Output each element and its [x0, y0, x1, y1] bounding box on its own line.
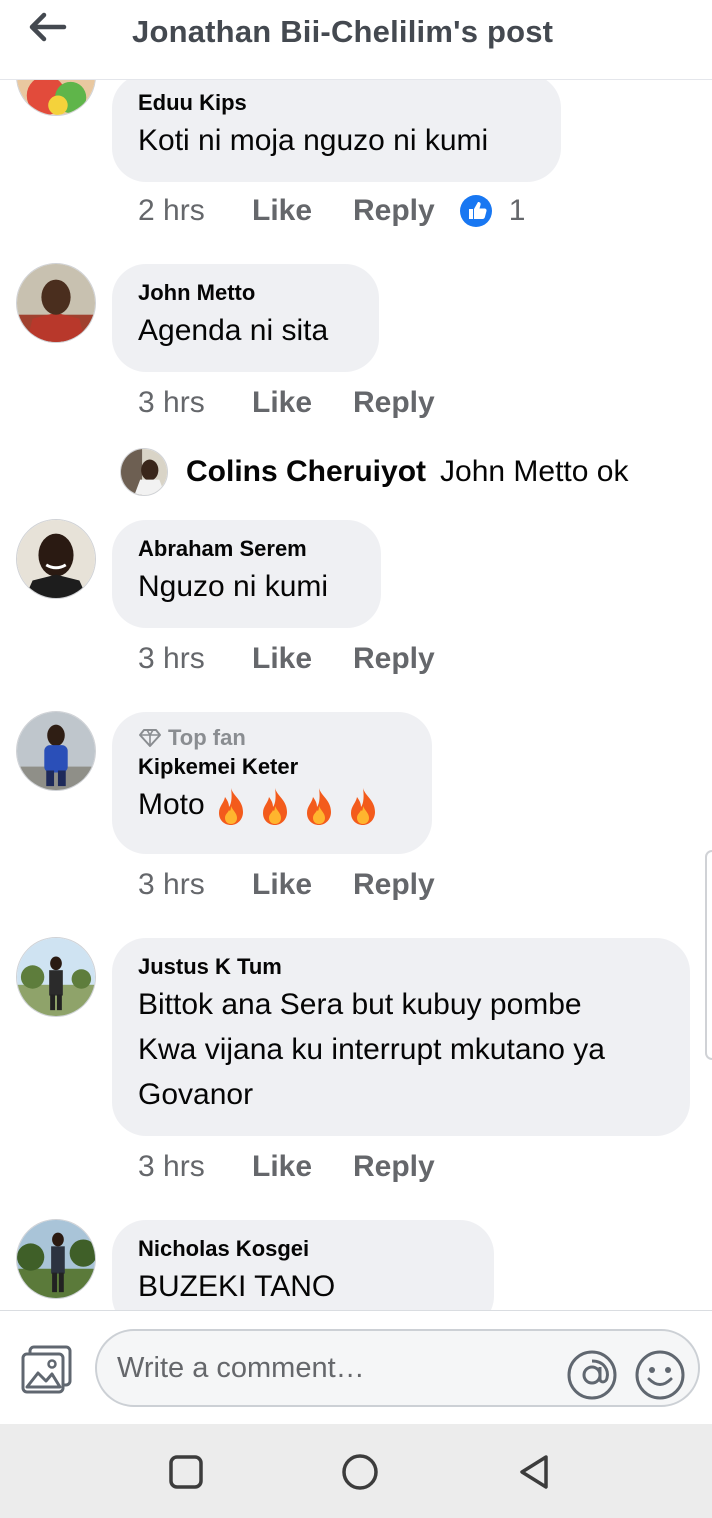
comment-text: BUZEKI TANO [138, 1270, 336, 1303]
comment-bubble[interactable]: Top fan Kipkemei Keter Moto [112, 712, 432, 854]
smiley-icon [635, 1350, 685, 1400]
top-bar: Jonathan Bii-Chelilim's post [0, 0, 712, 80]
comment-actions: 3 hrs Like Reply [138, 1150, 435, 1184]
comment-bubble[interactable]: Justus K Tum Bittok ana Sera but kubuy p… [112, 938, 690, 1136]
comment-actions: 2 hrs Like Reply 1 [138, 194, 525, 228]
reply-text: John Metto ok [440, 455, 629, 488]
fire-emoji-icon [262, 788, 287, 826]
reply-button[interactable]: Reply [353, 194, 435, 228]
comment-author[interactable]: John Metto [138, 278, 353, 308]
fire-emoji-icon [306, 788, 331, 826]
fire-emoji-icon [350, 788, 375, 826]
comment-text-line: Bittok ana Sera but kubuy pombe [138, 988, 582, 1021]
arrow-left-icon [29, 12, 67, 42]
comment-actions: 3 hrs Like Reply [138, 868, 435, 902]
like-button[interactable]: Like [252, 868, 353, 902]
comment-bubble[interactable]: Nicholas Kosgei BUZEKI TANO [112, 1220, 494, 1310]
comment-author[interactable]: Nicholas Kosgei [138, 1234, 468, 1264]
comment-bubble[interactable]: John Metto Agenda ni sita [112, 264, 379, 372]
comment-text-line: Govanor [138, 1078, 254, 1111]
comment-author[interactable]: Kipkemei Keter [138, 752, 406, 782]
comment-text: Moto [138, 782, 406, 827]
reaction-summary[interactable]: 1 [459, 194, 526, 228]
scrollbar[interactable] [705, 850, 712, 1060]
comment-actions: 3 hrs Like Reply [138, 386, 435, 420]
reply-button[interactable]: Reply [353, 868, 435, 902]
comment-text: Agenda ni sita [138, 314, 329, 347]
avatar[interactable] [16, 937, 96, 1017]
emoji-button[interactable] [634, 1349, 686, 1401]
reply-preview[interactable]: Colins Cheruiyot John Metto ok [120, 448, 628, 496]
add-photo-button[interactable] [20, 1343, 74, 1395]
comment-text: Koti ni moja nguzo ni kumi [138, 124, 489, 157]
fire-emoji-icon [218, 788, 243, 826]
mention-button[interactable] [566, 1349, 618, 1401]
reply-button[interactable]: Reply [353, 386, 435, 420]
reaction-count: 1 [508, 194, 526, 227]
comment-author[interactable]: Eduu Kips [138, 88, 535, 118]
home-button[interactable] [340, 1452, 380, 1492]
reply-button[interactable]: Reply [353, 1150, 435, 1184]
square-icon [169, 1455, 203, 1489]
comment-composer [0, 1310, 712, 1424]
like-button[interactable]: Like [252, 1150, 353, 1184]
comment-actions: 3 hrs Like Reply [138, 642, 435, 676]
comment-text-line: Kwa vijana ku interrupt mkutano ya [138, 1033, 605, 1066]
like-button[interactable]: Like [252, 194, 353, 228]
system-nav-bar [0, 1424, 712, 1518]
reply-author[interactable]: Colins Cheruiyot [186, 455, 426, 489]
page-title: Jonathan Bii-Chelilim's post [132, 14, 554, 49]
comment-bubble[interactable]: Abraham Serem Nguzo ni kumi [112, 520, 381, 628]
comment-time[interactable]: 3 hrs [138, 1150, 252, 1184]
comment-text: Nguzo ni kumi [138, 570, 329, 603]
circle-icon [342, 1454, 378, 1490]
comment-bubble[interactable]: Eduu Kips Koti ni moja nguzo ni kumi [112, 80, 561, 182]
comment-time[interactable]: 3 hrs [138, 386, 252, 420]
recents-button[interactable] [166, 1452, 206, 1492]
at-sign-icon [567, 1350, 617, 1400]
avatar[interactable] [120, 448, 168, 496]
comment-time[interactable]: 3 hrs [138, 642, 252, 676]
comment-time[interactable]: 3 hrs [138, 868, 252, 902]
top-fan-badge: Top fan [138, 724, 406, 752]
like-button[interactable]: Like [252, 386, 353, 420]
avatar[interactable] [16, 80, 96, 116]
like-button[interactable]: Like [252, 642, 353, 676]
avatar[interactable] [16, 519, 96, 599]
avatar[interactable] [16, 263, 96, 343]
reply-button[interactable]: Reply [353, 642, 435, 676]
system-back-button[interactable] [514, 1452, 554, 1492]
comment-time[interactable]: 2 hrs [138, 194, 252, 228]
comment-author[interactable]: Abraham Serem [138, 534, 355, 564]
comments-feed[interactable]: Eduu Kips Koti ni moja nguzo ni kumi 2 h… [0, 80, 712, 1310]
photo-icon [21, 1345, 72, 1394]
avatar[interactable] [16, 711, 96, 791]
avatar[interactable] [16, 1219, 96, 1299]
thumbs-up-icon [459, 195, 492, 227]
diamond-icon [139, 729, 161, 747]
back-button[interactable] [22, 10, 74, 44]
triangle-back-icon [520, 1455, 548, 1489]
comment-author[interactable]: Justus K Tum [138, 952, 664, 982]
